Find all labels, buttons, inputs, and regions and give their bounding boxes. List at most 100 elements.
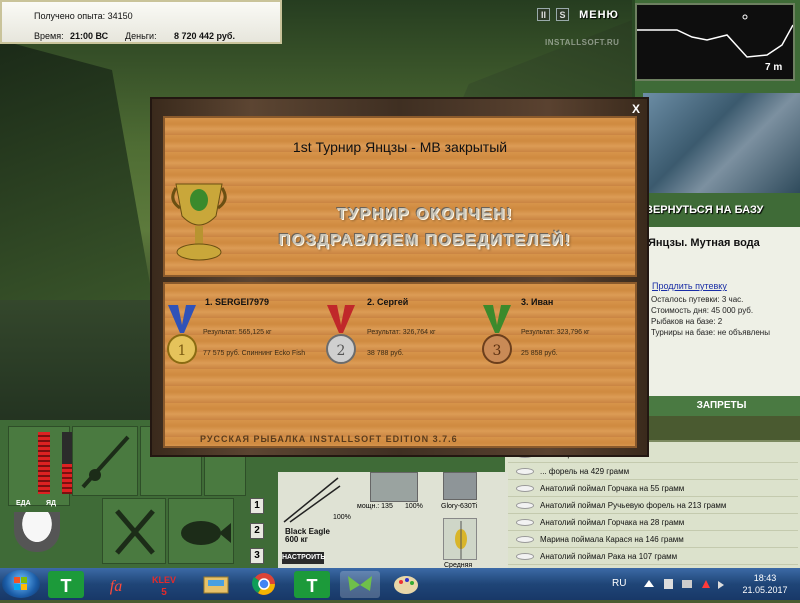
folder-icon — [203, 576, 229, 594]
tray-icons[interactable] — [640, 576, 730, 592]
winner-3-prize: 25 858 руб. — [521, 350, 558, 357]
rod-slot-3[interactable]: 3 — [250, 548, 264, 564]
clock-date: 21.05.2017 — [742, 585, 788, 595]
svg-text:1: 1 — [178, 343, 187, 359]
log-row: ... форель на 429 грамм — [508, 463, 798, 480]
winner-3-name: 3. Иван — [521, 297, 554, 307]
taskbar-app-explorer[interactable] — [198, 571, 234, 598]
time-label: Время: — [34, 31, 64, 41]
taskbar-app-chrome[interactable] — [246, 571, 282, 598]
pause-button[interactable]: II — [537, 8, 550, 21]
lure-image — [443, 518, 477, 560]
tournaments-status: Турниры на базе: не объявлены — [651, 328, 770, 337]
fishers-count: Рыбаков на базе: 2 — [651, 317, 723, 326]
fish-icon — [516, 536, 534, 543]
app-t-icon: T — [307, 576, 318, 596]
sound-button[interactable]: S — [556, 8, 569, 21]
fish-icon — [516, 485, 534, 492]
log-row: Марина поймала Карася на 146 грамм — [508, 531, 798, 548]
setup-button[interactable]: НАСТРОИТЬ — [282, 552, 325, 564]
experience-label: Получено опыта: 34150 — [34, 11, 133, 21]
winner-1-name: 1. SERGEI7979 — [205, 297, 270, 307]
edition-label: РУССКАЯ РЫБАЛКА INSTALLSOFT EDITION 3.7.… — [200, 434, 458, 444]
close-button[interactable]: X — [629, 102, 643, 116]
fish-tile[interactable] — [168, 498, 234, 564]
winner-2-name: 2. Сергей — [367, 297, 409, 307]
rod-durability: 100% — [333, 514, 351, 521]
log-row: Анатолий поймал Ручьевую форель на 213 г… — [508, 497, 798, 514]
svg-text:T: T — [307, 576, 318, 596]
reel-durability: 100% — [405, 503, 423, 510]
back-to-base-button[interactable]: ВЕРНУТЬСЯ НА БАЗУ — [645, 204, 800, 220]
butterfly-icon — [348, 576, 372, 591]
line-image — [443, 472, 477, 500]
rod-slot-2[interactable]: 2 — [250, 523, 264, 539]
taskbar-app-paint[interactable] — [388, 571, 424, 598]
bronze-medal-icon: 3 — [479, 305, 515, 365]
chrome-icon — [252, 573, 275, 595]
watermark: INSTALLSOFT.RU — [545, 38, 620, 47]
rod-icon — [81, 435, 130, 489]
clock-time: 18:43 — [753, 573, 777, 583]
gold-medal-icon: 1 — [164, 305, 200, 365]
depth-value: 7 m — [765, 62, 783, 73]
taskbar-app-t1[interactable]: T — [48, 571, 84, 598]
day-cost: Стоимость дня: 45 000 руб. — [651, 306, 754, 315]
trophy-cup-icon — [168, 178, 230, 270]
winner-1-result: Результат: 565,125 кг — [203, 329, 272, 336]
log-row: Анатолий поймал Горчака на 28 грамм — [508, 514, 798, 531]
money-value: 8 720 442 руб. — [174, 31, 235, 41]
svg-text:KLEV: KLEV — [152, 575, 176, 585]
tray-icon — [644, 579, 724, 589]
time-value: 21:00 ВС — [70, 31, 109, 41]
fish-icon — [516, 519, 534, 526]
palette-icon — [394, 576, 418, 594]
fish-icon — [516, 468, 534, 475]
language-indicator[interactable]: RU — [612, 578, 626, 589]
log-row: Анатолий поймал Рака на 107 грамм — [508, 548, 798, 565]
svg-text:5: 5 — [161, 587, 167, 598]
winner-1-prize: 77 575 руб. Спиннинг Ecko Fish — [203, 350, 306, 357]
money-label: Деньги: — [125, 31, 157, 41]
fish-icon — [181, 521, 231, 545]
reel-image — [370, 472, 418, 502]
svg-text:3: 3 — [493, 343, 502, 359]
food-pot-icon[interactable] — [14, 512, 60, 552]
clock[interactable]: 18:43 21.05.2017 — [740, 572, 790, 596]
taskbar-app-game[interactable] — [340, 571, 380, 598]
taskbar-app-klev[interactable]: KLEV 5 — [146, 571, 182, 598]
svg-text:2: 2 — [337, 343, 346, 359]
fish-icon — [516, 502, 534, 509]
svg-text:fa: fa — [110, 578, 122, 595]
bans-button[interactable]: ЗАПРЕТЫ — [643, 396, 800, 416]
rod-slot-1[interactable]: 1 — [250, 498, 264, 514]
winner-2-result: Результат: 326,764 кг — [367, 329, 436, 336]
congratulations-text: ПОЗДРАВЛЯЕМ ПОБЕДИТЕЛЕЙ! — [278, 232, 572, 249]
lake-name: Янцзы. Мутная вода — [648, 237, 760, 249]
fish-icon — [516, 553, 534, 560]
extend-trip-link[interactable]: Продлить путевку — [652, 281, 727, 291]
start-button[interactable] — [2, 570, 40, 598]
taskbar-app-fa[interactable]: fa — [98, 571, 134, 598]
reel-power: мощн.: 135 — [357, 503, 393, 510]
cooking-tile[interactable] — [102, 498, 166, 564]
energy-label: ЯД — [46, 500, 57, 507]
food-label: ЕДА — [16, 500, 31, 507]
log-row: Анатолий поймал Горчака на 55 грамм — [508, 480, 798, 497]
taskbar-app-t2[interactable]: T — [294, 571, 330, 598]
food-meter — [38, 432, 50, 494]
winner-2-prize: 38 788 руб. — [367, 350, 404, 357]
tournament-finished-text: ТУРНИР ОКОНЧЕН! — [336, 206, 514, 223]
app-fa-icon: fa — [110, 578, 122, 595]
location-map[interactable] — [643, 93, 800, 193]
windows-logo-icon — [14, 577, 27, 590]
silver-medal-icon: 2 — [323, 305, 359, 365]
winner-3-result: Результат: 323,796 кг — [521, 329, 590, 336]
rods-tile[interactable] — [72, 426, 138, 496]
knife-fork-icon — [115, 509, 155, 555]
menu-button[interactable]: МЕНЮ — [577, 6, 621, 24]
dialog-title: 1st Турнир Янцзы - МВ закрытый — [292, 139, 508, 155]
player-info-panel: Получено опыта: 34150 Время: 21:00 ВС Де… — [0, 0, 282, 44]
rod-weight: 600 кг — [285, 535, 308, 544]
reel-name: Glory-630Ti — [441, 503, 478, 510]
